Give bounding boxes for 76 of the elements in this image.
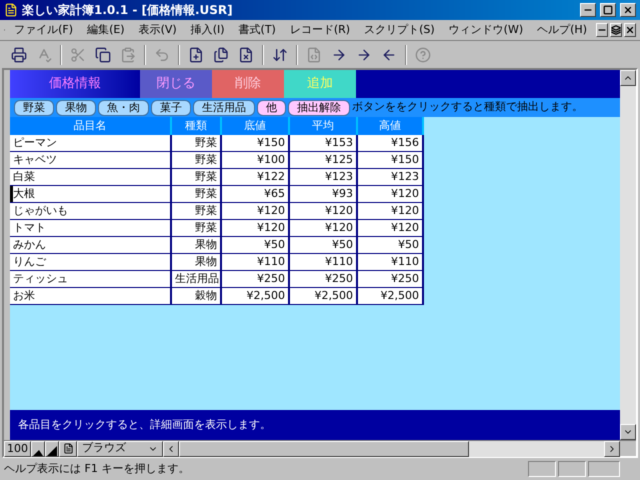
status-panel (558, 461, 586, 477)
prev-icon (381, 46, 397, 62)
close-button[interactable] (620, 3, 636, 17)
zoom-in-button[interactable] (45, 440, 59, 456)
delete-record-icon (238, 46, 254, 62)
menu-item[interactable]: ファイル(F) (7, 22, 80, 38)
vertical-scrollbar[interactable] (620, 70, 636, 440)
filter-hint: ボタンををクリックすると種類で抽出します。 (352, 99, 583, 116)
scroll-down-button[interactable] (620, 424, 636, 440)
cut-icon (70, 46, 86, 62)
table-row[interactable]: みかん 果物 ¥50 ¥50 ¥50 (10, 237, 424, 254)
minimize-button[interactable] (596, 23, 608, 37)
restore-button[interactable] (610, 23, 622, 37)
new-record-icon (188, 46, 204, 62)
next-icon (356, 46, 372, 62)
undo-icon (154, 46, 170, 62)
status-panel (528, 461, 556, 477)
scroll-up-button[interactable] (620, 70, 636, 86)
close-icon (623, 5, 633, 15)
menu-item[interactable]: レコード(R) (282, 22, 358, 38)
table-row[interactable]: 白菜 野菜 ¥122 ¥123 ¥123 (10, 169, 424, 186)
table-row[interactable]: ティッシュ 生活用品 ¥250 ¥250 ¥250 (10, 271, 424, 288)
menu-item[interactable]: スクリプト(S) (357, 22, 442, 38)
filter-button[interactable]: 抽出解除 (288, 100, 350, 116)
menu-item[interactable]: 挿入(I) (184, 22, 232, 38)
window-title: 楽しい家計簿1.0.1 - [価格情報.USR] (22, 2, 234, 19)
duplicate-icon (213, 46, 229, 62)
filter-button[interactable]: 野菜 (14, 100, 54, 116)
zoom-field[interactable]: 100 (4, 440, 31, 456)
filter-button[interactable]: 他 (257, 100, 286, 116)
footer-hint: 各品目をクリックすると、詳細画面を表示します。 (18, 416, 271, 433)
maximize-button[interactable] (600, 3, 616, 17)
menu-item[interactable]: 書式(T) (232, 22, 283, 38)
app-icon (4, 3, 18, 17)
help-icon (415, 46, 431, 62)
table-cell: ¥2,500 (222, 288, 290, 304)
filter-button[interactable]: 魚・肉 (98, 100, 149, 116)
filter-button[interactable]: 生活用品 (193, 100, 255, 116)
status-area-button[interactable] (59, 440, 77, 456)
copy-icon (95, 46, 111, 62)
filter-button[interactable]: 果物 (56, 100, 96, 116)
scroll-thumb[interactable] (179, 440, 469, 456)
zoom-out-button[interactable] (31, 440, 45, 456)
table-row[interactable]: ピーマン 野菜 ¥150 ¥153 ¥156 (10, 135, 424, 152)
scroll-left-button[interactable] (163, 440, 179, 456)
restore-icon (611, 25, 621, 35)
panel-icon (62, 443, 74, 454)
status-panel (588, 461, 620, 477)
table-row[interactable]: 大根 野菜 ¥65 ¥93 ¥120 (10, 186, 424, 203)
table-cell: お米 (10, 288, 172, 304)
table-row[interactable]: りんご 果物 ¥110 ¥110 ¥110 (10, 254, 424, 271)
table-cell: 穀物 (172, 288, 222, 304)
mode-dropdown[interactable]: ブラウズ (77, 440, 163, 456)
table-cell: ¥2,500 (290, 288, 358, 304)
status-text: ヘルプ表示には F1 キーを押します。 (4, 460, 190, 477)
close-button[interactable] (624, 23, 636, 37)
close-icon (625, 25, 635, 35)
print-icon (11, 46, 27, 62)
horizontal-scrollbar[interactable] (163, 440, 620, 456)
paste-icon (120, 46, 136, 62)
menu-item[interactable]: ヘルプ(H) (530, 22, 594, 38)
scroll-right-button[interactable] (604, 440, 620, 456)
table-row[interactable]: お米 穀物 ¥2,500 ¥2,500 ¥2,500 (10, 288, 424, 305)
next-icon (331, 46, 347, 62)
table-cell: ¥2,500 (358, 288, 424, 304)
table-row[interactable]: トマト 野菜 ¥120 ¥120 ¥120 (10, 220, 424, 237)
menu-item[interactable]: 編集(E) (80, 22, 132, 38)
sort-icon (272, 46, 288, 62)
menu-item[interactable]: 表示(V) (132, 22, 184, 38)
script-icon (306, 46, 322, 62)
filter-button[interactable]: 菓子 (151, 100, 191, 116)
table-row[interactable]: キャベツ 野菜 ¥100 ¥125 ¥150 (10, 152, 424, 169)
menu-item[interactable]: ウィンドウ(W) (442, 22, 530, 38)
minimize-button[interactable] (580, 3, 596, 17)
table-row[interactable]: じゃがいも 野菜 ¥120 ¥120 ¥120 (10, 203, 424, 220)
maximize-icon (603, 5, 613, 15)
